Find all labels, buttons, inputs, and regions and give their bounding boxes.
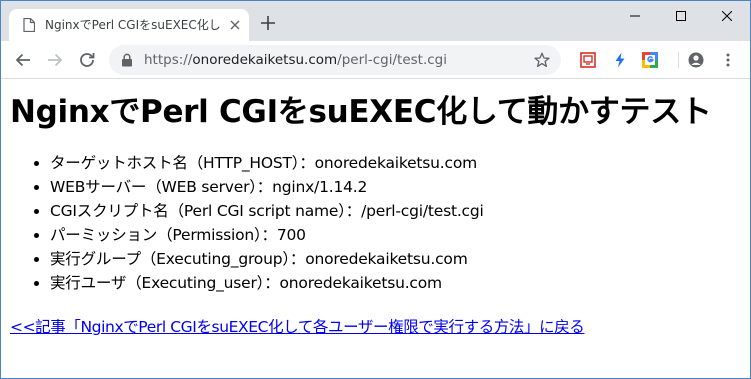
page-icon [23,18,35,32]
window-close-button[interactable] [704,1,750,31]
minimize-button[interactable] [612,1,658,31]
extension-google-icon[interactable] [642,52,658,68]
info-list: ターゲットホスト名（HTTP_HOST）：onoredekaiketsu.com… [50,151,741,295]
url-host: onoredekaiketsu.com [192,52,338,68]
tab-active[interactable]: NginxでPerl CGIをsuEXEC化して動かすテスト [9,9,249,41]
back-icon[interactable] [15,52,31,68]
url-scheme: https:// [144,52,193,68]
maximize-button[interactable] [658,1,704,31]
page-content: NginxでPerl CGIをsuEXEC化して動かすテスト ターゲットホスト名… [1,80,750,378]
address-bar[interactable]: https://onoredekaiketsu.com/perl-cgi/tes… [109,45,561,75]
list-item: CGIスクリプト名（Perl CGI script name）：/perl-cg… [50,199,741,223]
tab-strip: NginxでPerl CGIをsuEXEC化して動かすテスト [1,1,750,41]
tab-title: NginxでPerl CGIをsuEXEC化して動かすテスト [45,18,221,32]
extension-bolt-icon[interactable] [612,52,628,68]
list-item: パーミッション（Permission）：700 [50,223,741,247]
lock-icon[interactable] [121,53,133,67]
profile-icon[interactable] [688,52,704,68]
forward-icon[interactable] [47,52,63,68]
list-item: WEBサーバー（WEB server）：nginx/1.14.2 [50,175,741,199]
new-tab-icon[interactable] [261,16,275,30]
minimize-icon [630,15,640,17]
reload-icon[interactable] [79,52,95,68]
list-item: ターゲットホスト名（HTTP_HOST）：onoredekaiketsu.com [50,151,741,175]
page-title: NginxでPerl CGIをsuEXEC化して動かすテスト [10,94,712,130]
extension-shield-icon[interactable] [580,52,596,68]
browser-window: NginxでPerl CGIをsuEXEC化して動かすテスト [0,0,751,379]
star-icon[interactable] [534,52,550,68]
list-item: 実行グループ（Executing_group）：onoredekaiketsu.… [50,247,741,271]
maximize-icon [676,11,686,21]
menu-icon[interactable] [720,52,736,68]
list-item: 実行ユーザ（Executing_user）：onoredekaiketsu.co… [50,271,741,295]
url-path: /perl-cgi/test.cgi [337,52,448,68]
url-text: https://onoredekaiketsu.com/perl-cgi/tes… [144,51,447,69]
window-close-icon [722,11,732,21]
toolbar-separator [678,52,679,68]
close-icon[interactable] [229,19,241,31]
toolbar: https://onoredekaiketsu.com/perl-cgi/tes… [1,41,750,79]
back-to-article-link[interactable]: <<記事「NginxでPerl CGIをsuEXEC化して各ユーザー権限で実行す… [10,315,741,337]
